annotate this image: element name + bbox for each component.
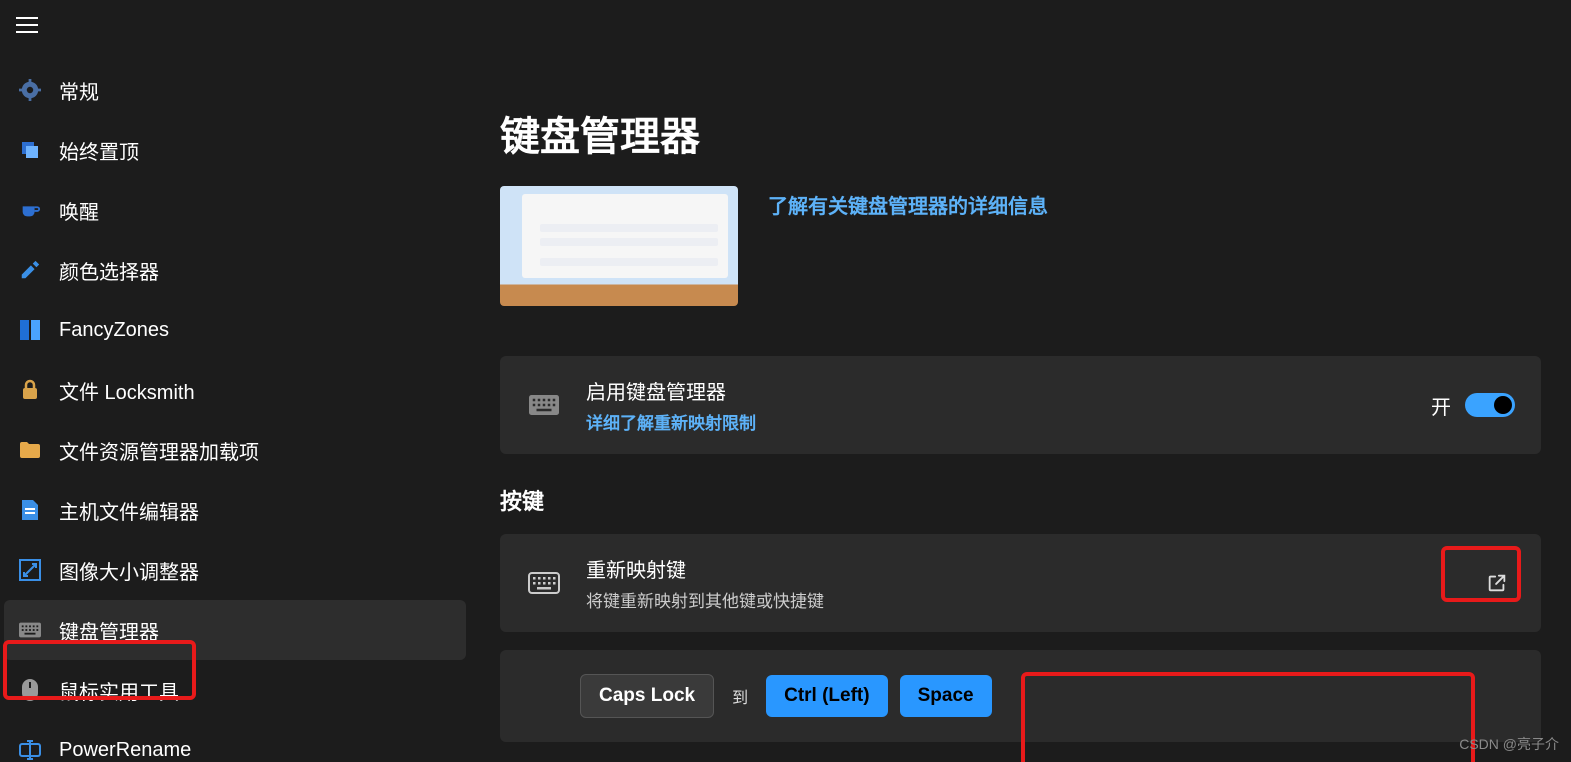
sidebar-item-alwaysontop[interactable]: 始终置顶 (4, 120, 466, 180)
sidebar-item-hosts[interactable]: 主机文件编辑器 (4, 480, 466, 540)
enable-title: 启用键盘管理器 (586, 376, 1407, 405)
open-remap-button[interactable] (1479, 565, 1515, 601)
remap-title: 重新映射键 (586, 554, 1455, 583)
sidebar-item-label: 始终置顶 (59, 136, 139, 165)
remap-sub: 将键重新映射到其他键或快捷键 (586, 587, 1455, 612)
gear-icon (19, 79, 41, 101)
keys-heading: 按键 (500, 484, 1541, 516)
lock-icon (19, 379, 41, 401)
keyboard-outline-icon (526, 572, 562, 594)
sidebar-item-label: 文件资源管理器加载项 (59, 436, 259, 465)
sidebar-item-filelocksmith[interactable]: 文件 Locksmith (4, 360, 466, 420)
to-label: 到 (726, 684, 754, 708)
enable-card: 启用键盘管理器 详细了解重新映射限制 开 (500, 356, 1541, 454)
sidebar-item-label: 鼠标实用工具 (59, 676, 179, 705)
sidebar: 常规 始终置顶 唤醒 颜色选择器 FancyZones (0, 50, 470, 762)
page-title: 键盘管理器 (500, 104, 1541, 162)
mapping-card: Caps Lock 到 Ctrl (Left) Space (500, 650, 1541, 742)
key-from: Caps Lock (580, 674, 714, 718)
folder-icon (19, 439, 41, 461)
sidebar-item-label: 文件 Locksmith (59, 376, 195, 405)
sidebar-item-label: 唤醒 (59, 196, 99, 225)
sidebar-item-label: FancyZones (59, 319, 169, 342)
key-to-1: Space (900, 675, 992, 717)
key-to-0: Ctrl (Left) (766, 675, 887, 717)
sidebar-item-awake[interactable]: 唤醒 (4, 180, 466, 240)
sidebar-item-keyboardmanager[interactable]: 键盘管理器 (4, 600, 466, 660)
file-icon (19, 499, 41, 521)
sidebar-item-label: 颜色选择器 (59, 256, 159, 285)
sidebar-item-fancyzones[interactable]: FancyZones (4, 300, 466, 360)
resize-icon (19, 559, 41, 581)
remap-card: 重新映射键 将键重新映射到其他键或快捷键 (500, 534, 1541, 632)
mapping-row: Caps Lock 到 Ctrl (Left) Space (526, 674, 1515, 718)
menu-button[interactable] (12, 10, 42, 40)
rename-icon (19, 739, 41, 761)
mouse-icon (19, 679, 41, 701)
sidebar-item-explorer[interactable]: 文件资源管理器加载项 (4, 420, 466, 480)
sidebar-item-general[interactable]: 常规 (4, 60, 466, 120)
sidebar-item-label: PowerRename (59, 739, 191, 762)
sidebar-item-mouse[interactable]: 鼠标实用工具 (4, 660, 466, 720)
sidebar-item-imageresizer[interactable]: 图像大小调整器 (4, 540, 466, 600)
dropper-icon (19, 259, 41, 281)
zones-icon (19, 319, 41, 341)
cup-icon (19, 199, 41, 221)
pin-icon (19, 139, 41, 161)
learn-more-link[interactable]: 了解有关键盘管理器的详细信息 (768, 186, 1048, 219)
sidebar-item-powerrename[interactable]: PowerRename (4, 720, 466, 762)
hero-image (500, 186, 738, 306)
main-content: 键盘管理器 了解有关键盘管理器的详细信息 启用键盘管理器 详细了解重新映射限制 … (470, 50, 1571, 762)
sidebar-item-colorpicker[interactable]: 颜色选择器 (4, 240, 466, 300)
toggle-state-label: 开 (1431, 391, 1451, 420)
keyboard-icon (19, 619, 41, 641)
enable-toggle[interactable] (1465, 393, 1515, 417)
sidebar-item-label: 常规 (59, 76, 99, 105)
sidebar-item-label: 主机文件编辑器 (59, 496, 199, 525)
watermark: CSDN @亮子介 (1459, 734, 1559, 754)
keyboard-icon (526, 395, 562, 415)
sidebar-item-label: 图像大小调整器 (59, 556, 199, 585)
sidebar-item-label: 键盘管理器 (59, 616, 159, 645)
remap-limits-link[interactable]: 详细了解重新映射限制 (586, 409, 1407, 434)
